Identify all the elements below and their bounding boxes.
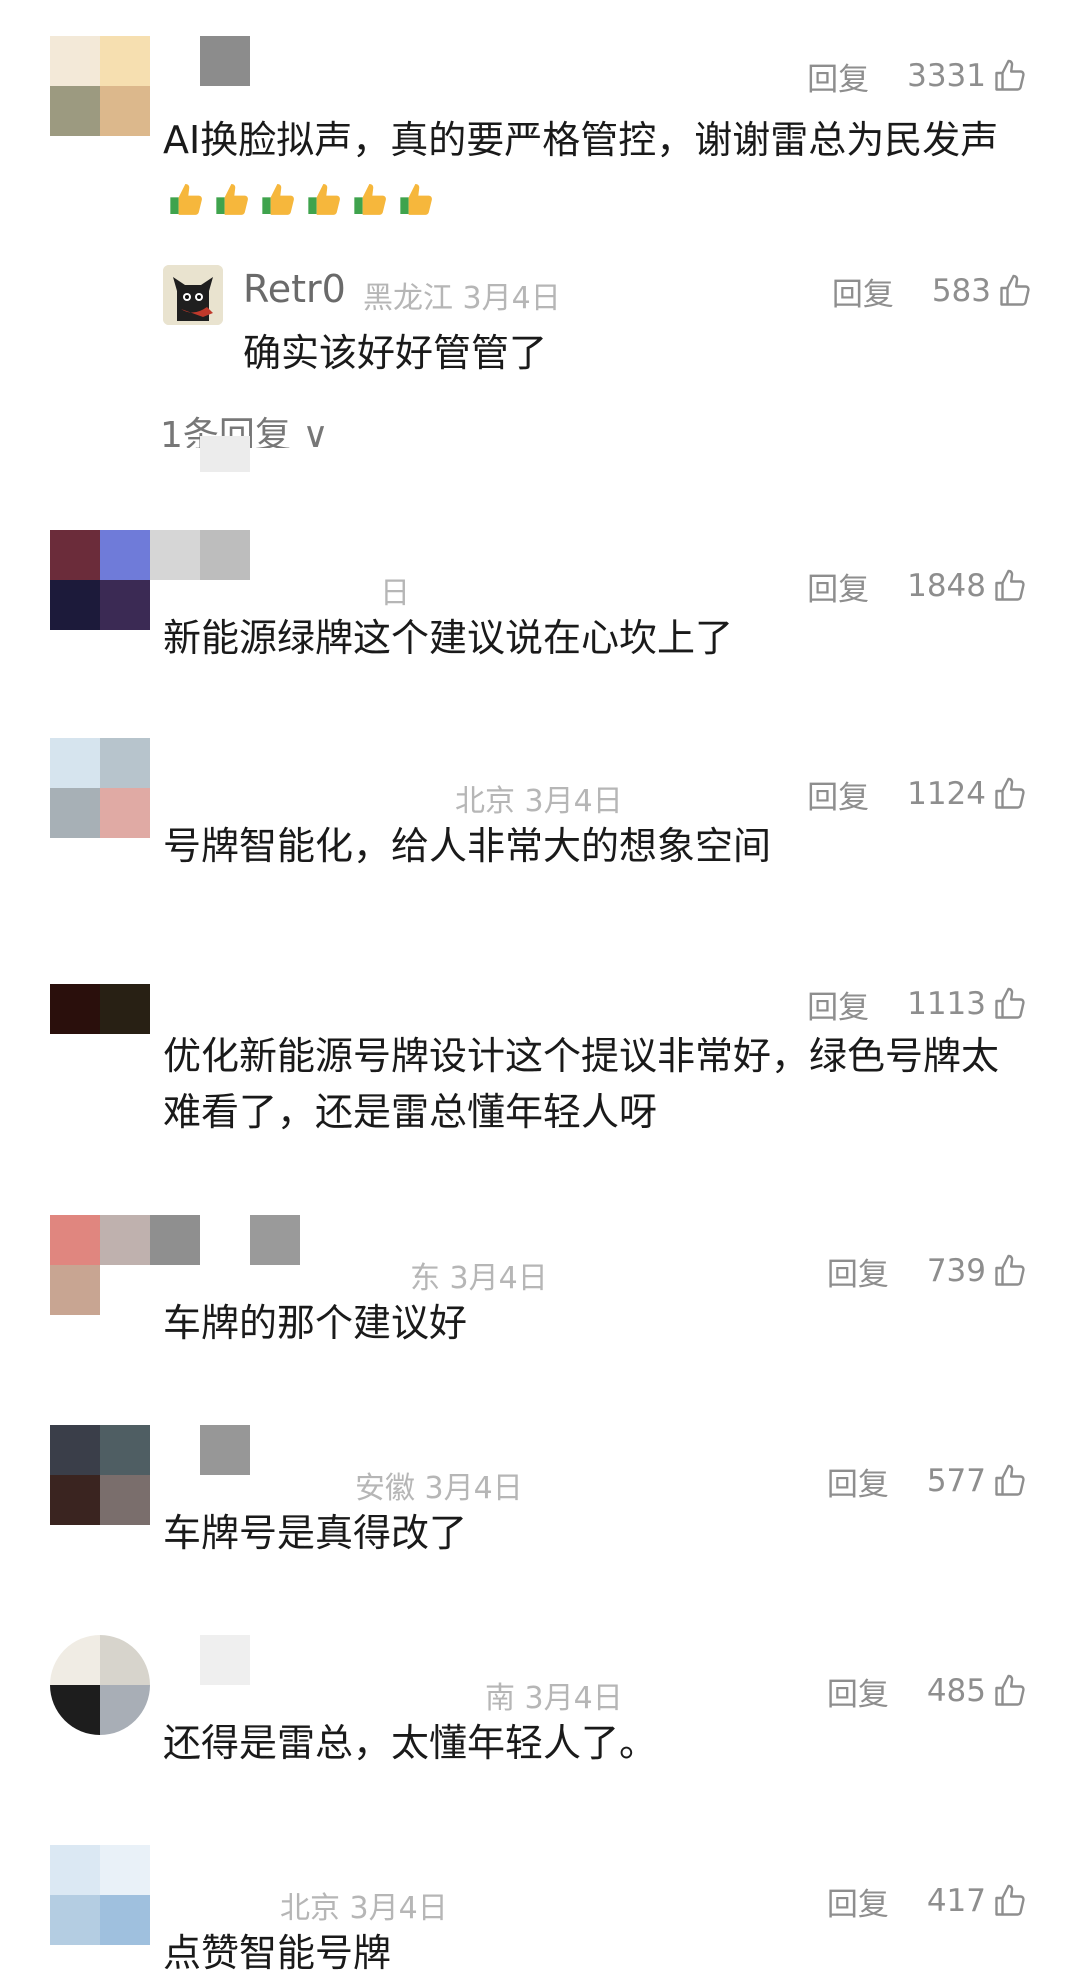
avatar[interactable] <box>50 738 150 838</box>
like-count: 577 <box>926 1463 986 1499</box>
like-count: 3331 <box>907 58 986 94</box>
reply-button[interactable]: 回复 <box>827 1879 889 1924</box>
comment-text-content: AI换脸拟声，真的要严格管控，谢谢雷总为民发声 <box>163 118 999 162</box>
comment-actions: 回复 577 <box>827 1459 1028 1504</box>
like-count: 1113 <box>907 986 986 1022</box>
comment-item: 东 3月4日 回复 739 车牌的那个建议好 <box>0 1215 1080 1375</box>
thumbs-up-icon[interactable] <box>992 57 1028 95</box>
username-mask <box>200 436 250 472</box>
username-mask[interactable] <box>150 1215 200 1265</box>
avatar[interactable] <box>50 36 150 136</box>
comment-actions: 回复 739 <box>827 1249 1028 1294</box>
comment-item: 回复 3331 AI换脸拟声，真的要严格管控，谢谢雷总为民发声 Retr0 黑龙… <box>0 0 1080 472</box>
comment-text: 车牌号是真得改了 <box>163 1511 468 1555</box>
comment-meta: 东 3月4日 <box>410 1261 548 1296</box>
reply-button[interactable]: 回复 <box>827 1669 889 1714</box>
username-mask[interactable] <box>200 1635 250 1685</box>
username-mask[interactable] <box>150 530 200 580</box>
like-count: 485 <box>926 1673 986 1709</box>
avatar[interactable] <box>50 1215 150 1315</box>
reply-button[interactable]: 回复 <box>807 564 869 609</box>
thumbs-up-icon[interactable] <box>992 1672 1028 1710</box>
thumbs-up-emoji-icon <box>308 183 340 215</box>
thumbs-up-icon[interactable] <box>992 985 1028 1023</box>
emoji-row <box>167 178 437 220</box>
like-count: 583 <box>931 273 991 309</box>
sub-reply-avatar[interactable] <box>163 265 223 325</box>
comment-text: AI换脸拟声，真的要严格管控，谢谢雷总为民发声 <box>163 112 1023 224</box>
like-count: 1124 <box>907 776 986 812</box>
reply-button[interactable]: 回复 <box>827 1459 889 1504</box>
comment-actions: 回复 417 <box>827 1879 1028 1924</box>
sub-reply-username[interactable]: Retr0 <box>243 267 346 311</box>
username-mask[interactable] <box>250 1215 300 1265</box>
reply-button[interactable]: 回复 <box>807 772 869 817</box>
comment-text: 车牌的那个建议好 <box>163 1301 468 1345</box>
comment-actions: 回复 1113 <box>807 982 1028 1027</box>
thumbs-up-icon[interactable] <box>992 567 1028 605</box>
comment-text: 新能源绿牌这个建议说在心坎上了 <box>163 616 734 660</box>
thumbs-up-emoji-icon <box>354 183 386 215</box>
thumbs-up-icon[interactable] <box>997 272 1033 310</box>
username-mask[interactable] <box>200 36 250 86</box>
thumbs-up-emoji-icon <box>262 183 294 215</box>
like-count: 1848 <box>907 568 986 604</box>
avatar[interactable] <box>50 1425 150 1525</box>
comment-text: 点赞智能号牌 <box>163 1931 392 1975</box>
reply-button[interactable]: 回复 <box>807 54 869 99</box>
reply-button[interactable]: 回复 <box>807 982 869 1027</box>
comment-item: 北京 3月4日 回复 417 点赞智能号牌 <box>0 1845 1080 1985</box>
sub-reply-actions: 回复 583 <box>832 269 1033 314</box>
username-mask[interactable] <box>200 530 250 580</box>
comment-meta: 安徽 3月4日 <box>355 1471 523 1506</box>
sub-reply-text: 确实该好好管管了 <box>243 331 548 375</box>
thumbs-up-emoji-icon <box>400 183 432 215</box>
like-count: 417 <box>926 1883 986 1919</box>
comment-actions: 回复 1848 <box>807 564 1028 609</box>
comment-item: 北京 3月4日 回复 1124 号牌智能化，给人非常大的想象空间 <box>0 738 1080 898</box>
avatar[interactable] <box>50 1845 150 1945</box>
reply-button[interactable]: 回复 <box>832 269 894 314</box>
comment-text: 优化新能源号牌设计这个提议非常好，绿色号牌太难看了，还是雷总懂年轻人呀 <box>163 1034 1000 1134</box>
thumbs-up-icon[interactable] <box>992 775 1028 813</box>
comment-item: 日 回复 1848 新能源绿牌这个建议说在心坎上了 <box>0 530 1080 690</box>
comment-item: 回复 1113 优化新能源号牌设计这个提议非常好，绿色号牌太难看了，还是雷总懂年… <box>0 948 1080 1168</box>
comment-meta: 北京 3月4日 <box>455 784 623 819</box>
comment-actions: 回复 485 <box>827 1669 1028 1714</box>
avatar[interactable] <box>50 984 150 1034</box>
thumbs-up-emoji-icon <box>216 183 248 215</box>
thumbs-up-icon[interactable] <box>992 1882 1028 1920</box>
comment-item: 安徽 3月4日 回复 577 车牌号是真得改了 <box>0 1425 1080 1585</box>
comment-actions: 回复 3331 <box>807 54 1028 99</box>
comment-text: 还得是雷总，太懂年轻人了。 <box>163 1721 658 1765</box>
thumbs-up-icon[interactable] <box>992 1252 1028 1290</box>
cat-avatar-icon <box>163 265 223 325</box>
username-mask[interactable] <box>200 1425 250 1475</box>
avatar[interactable] <box>50 1635 150 1735</box>
comment-meta: 日 <box>380 576 410 611</box>
comment-meta: 北京 3月4日 <box>280 1891 448 1926</box>
comment-text: 号牌智能化，给人非常大的想象空间 <box>163 824 772 868</box>
reply-button[interactable]: 回复 <box>827 1249 889 1294</box>
comment-actions: 回复 1124 <box>807 772 1028 817</box>
thumbs-up-emoji-icon <box>170 183 202 215</box>
sub-reply-meta: 黑龙江 3月4日 <box>363 281 561 316</box>
avatar[interactable] <box>50 530 150 630</box>
comment-item: 南 3月4日 回复 485 还得是雷总，太懂年轻人了。 <box>0 1635 1080 1795</box>
thumbs-up-icon[interactable] <box>992 1462 1028 1500</box>
sub-reply: Retr0 黑龙江 3月4日 回复 583 确实该好好管管了 <box>163 265 1033 375</box>
like-count: 739 <box>926 1253 986 1289</box>
comment-meta: 南 3月4日 <box>485 1681 623 1716</box>
